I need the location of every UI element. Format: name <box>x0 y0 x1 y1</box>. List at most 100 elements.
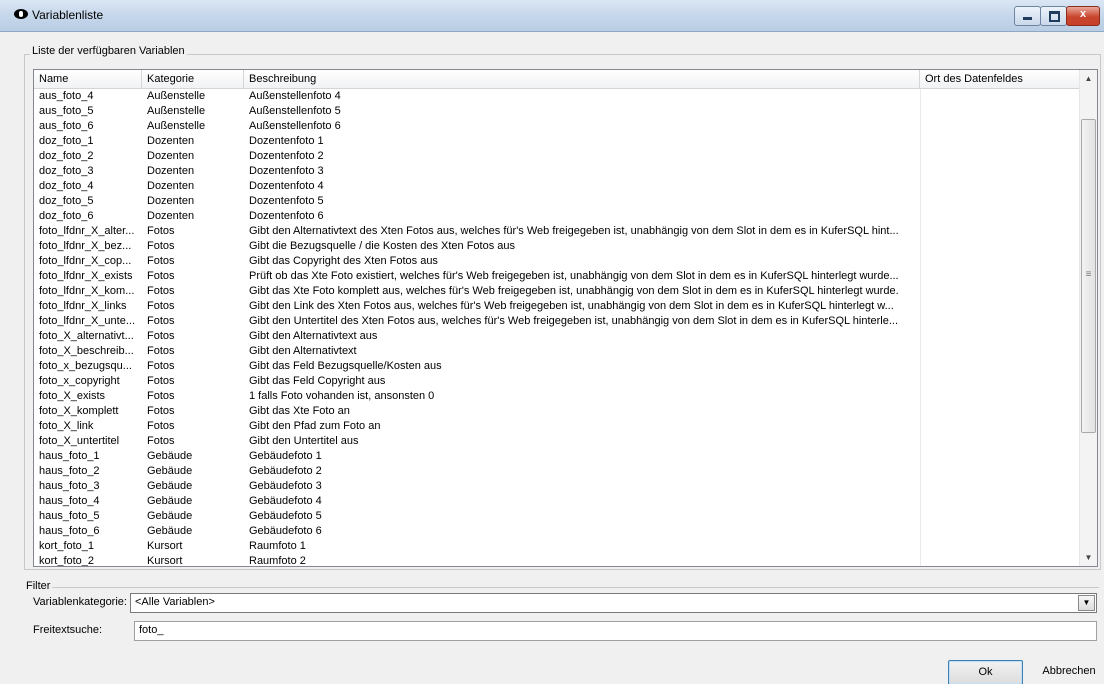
cell-beschreibung: Gibt den Alternativtext des Xten Fotos a… <box>249 225 899 237</box>
cell-name: foto_lfdnr_X_links <box>39 300 127 312</box>
cell-ort <box>920 494 1079 509</box>
cell-beschreibung: Dozentenfoto 4 <box>249 180 324 192</box>
table-row[interactable]: doz_foto_3 Dozenten Dozentenfoto 3 <box>34 164 1079 179</box>
close-button[interactable]: x <box>1066 6 1100 26</box>
cell-kategorie: Kursort <box>147 540 183 552</box>
table-row[interactable]: doz_foto_4 Dozenten Dozentenfoto 4 <box>34 179 1079 194</box>
cell-name: foto_lfdnr_X_alter... <box>39 225 135 237</box>
table-row[interactable]: aus_foto_4 Außenstelle Außenstellenfoto 4 <box>34 89 1079 104</box>
cell-beschreibung: Gibt den Link des Xten Fotos aus, welche… <box>249 300 894 312</box>
column-header-name[interactable]: Name <box>34 70 142 88</box>
cell-ort <box>920 104 1079 119</box>
table-row[interactable]: kort_foto_1 Kursort Raumfoto 1 <box>34 539 1079 554</box>
list-rows: aus_foto_4 Außenstelle Außenstellenfoto 4a… <box>34 89 1079 567</box>
table-row[interactable]: foto_X_exists Fotos 1 falls Foto vohanden … <box>34 389 1079 404</box>
table-row[interactable]: haus_foto_3 Gebäude Gebäudefoto 3 <box>34 479 1079 494</box>
table-row[interactable]: foto_lfdnr_X_alter... Fotos Gibt den Alter… <box>34 224 1079 239</box>
chevron-down-icon[interactable]: ▼ <box>1078 595 1095 611</box>
maximize-button[interactable] <box>1040 6 1067 26</box>
table-row[interactable]: doz_foto_5 Dozenten Dozentenfoto 5 <box>34 194 1079 209</box>
minimize-button[interactable] <box>1014 6 1041 26</box>
scroll-up-icon[interactable]: ▲ <box>1080 70 1097 87</box>
variables-listview[interactable]: Name Kategorie Beschreibung Ort des Date… <box>33 69 1098 567</box>
table-row[interactable]: foto_X_komplett Fotos Gibt das Xte Foto an <box>34 404 1079 419</box>
table-row[interactable]: haus_foto_4 Gebäude Gebäudefoto 4 <box>34 494 1079 509</box>
cell-name: aus_foto_5 <box>39 105 94 117</box>
table-row[interactable]: haus_foto_2 Gebäude Gebäudefoto 2 <box>34 464 1079 479</box>
cell-name: foto_x_bezugsqu... <box>39 360 132 372</box>
table-row[interactable]: foto_X_beschreib... Fotos Gibt den Alterna… <box>34 344 1079 359</box>
cell-kategorie: Gebäude <box>147 450 193 462</box>
column-header-beschreibung[interactable]: Beschreibung <box>244 70 920 88</box>
cell-ort <box>920 554 1079 566</box>
cell-name: doz_foto_2 <box>39 150 94 162</box>
minimize-icon <box>1023 17 1032 20</box>
table-row[interactable]: kort_foto_2 Kursort Raumfoto 2 <box>34 554 1079 567</box>
vertical-scrollbar[interactable]: ▲ ≡ ▼ <box>1079 70 1097 566</box>
cell-ort <box>920 269 1079 284</box>
cell-beschreibung: Gibt den Alternativtext aus <box>249 330 378 342</box>
ok-button[interactable]: Ok <box>948 660 1023 684</box>
filter-group-label: Filter <box>24 580 53 592</box>
cell-kategorie: Gebäude <box>147 510 193 522</box>
table-row[interactable]: doz_foto_6 Dozenten Dozentenfoto 6 <box>34 209 1079 224</box>
cell-name: foto_X_exists <box>39 390 106 402</box>
cell-kategorie: Außenstelle <box>147 90 206 102</box>
cell-ort <box>920 479 1079 494</box>
cell-beschreibung: Dozentenfoto 1 <box>249 135 324 147</box>
cell-name: foto_X_beschreib... <box>39 345 134 357</box>
table-row[interactable]: aus_foto_6 Außenstelle Außenstellenfoto 6 <box>34 119 1079 134</box>
category-dropdown[interactable]: <Alle Variablen> ▼ <box>130 593 1097 613</box>
table-row[interactable]: foto_lfdnr_X_links Fotos Gibt den Link des… <box>34 299 1079 314</box>
table-row[interactable]: foto_lfdnr_X_unte... Fotos Gibt den Untert… <box>34 314 1079 329</box>
table-row[interactable]: haus_foto_6 Gebäude Gebäudefoto 6 <box>34 524 1079 539</box>
table-row[interactable]: haus_foto_1 Gebäude Gebäudefoto 1 <box>34 449 1079 464</box>
table-row[interactable]: doz_foto_2 Dozenten Dozentenfoto 2 <box>34 149 1079 164</box>
table-row[interactable]: aus_foto_5 Außenstelle Außenstellenfoto 5 <box>34 104 1079 119</box>
cell-ort <box>920 119 1079 134</box>
list-header: Name Kategorie Beschreibung Ort des Date… <box>34 70 1079 89</box>
cell-kategorie: Fotos <box>147 435 175 447</box>
cell-kategorie: Fotos <box>147 390 175 402</box>
cell-name: aus_foto_6 <box>39 120 94 132</box>
table-row[interactable]: foto_lfdnr_X_bez... Fotos Gibt die Bezugsq… <box>34 239 1079 254</box>
table-row[interactable]: foto_lfdnr_X_cop... Fotos Gibt das Copyrig… <box>34 254 1079 269</box>
column-header-kategorie[interactable]: Kategorie <box>142 70 244 88</box>
cell-kategorie: Außenstelle <box>147 120 206 132</box>
title-bar[interactable]: Variablenliste x <box>0 0 1104 32</box>
scroll-down-icon[interactable]: ▼ <box>1080 549 1097 566</box>
cell-beschreibung: Gibt das Xte Foto komplett aus, welches … <box>249 285 899 297</box>
search-input[interactable]: foto_ <box>134 621 1097 641</box>
cell-name: haus_foto_1 <box>39 450 100 462</box>
cell-name: foto_x_copyright <box>39 375 120 387</box>
cell-name: haus_foto_5 <box>39 510 100 522</box>
cell-kategorie: Fotos <box>147 315 175 327</box>
table-row[interactable]: foto_lfdnr_X_exists Fotos Prüft ob das Xte… <box>34 269 1079 284</box>
scrollbar-thumb[interactable]: ≡ <box>1081 119 1096 433</box>
grip-icon: ≡ <box>1085 269 1092 280</box>
variablenliste-window: Variablenliste x Liste der verfügbaren V… <box>0 0 1104 684</box>
cell-beschreibung: Raumfoto 2 <box>249 555 306 567</box>
cell-name: foto_lfdnr_X_bez... <box>39 240 132 252</box>
table-row[interactable]: doz_foto_1 Dozenten Dozentenfoto 1 <box>34 134 1079 149</box>
cell-kategorie: Gebäude <box>147 525 193 537</box>
table-row[interactable]: foto_X_link Fotos Gibt den Pfad zum Foto a… <box>34 419 1079 434</box>
cell-name: foto_X_untertitel <box>39 435 120 447</box>
table-row[interactable]: foto_X_alternativt... Fotos Gibt den Alter… <box>34 329 1079 344</box>
cell-name: kort_foto_1 <box>39 540 95 552</box>
cell-name: foto_X_alternativt... <box>39 330 134 342</box>
cancel-button[interactable]: Abbrechen <box>1034 660 1104 683</box>
cell-beschreibung: Gibt den Alternativtext <box>249 345 357 357</box>
cell-name: doz_foto_3 <box>39 165 94 177</box>
cell-ort <box>920 449 1079 464</box>
table-row[interactable]: foto_x_copyright Fotos Gibt das Feld Copyr… <box>34 374 1079 389</box>
variables-group-label: Liste der verfügbaren Variablen <box>30 45 187 57</box>
table-row[interactable]: foto_X_untertitel Fotos Gibt den Untertite… <box>34 434 1079 449</box>
cell-kategorie: Fotos <box>147 420 175 432</box>
table-row[interactable]: foto_lfdnr_X_kom... Fotos Gibt das Xte Fot… <box>34 284 1079 299</box>
column-header-ort[interactable]: Ort des Datenfeldes <box>920 70 1079 88</box>
cell-ort <box>920 299 1079 314</box>
table-row[interactable]: foto_x_bezugsqu... Fotos Gibt das Feld Bez… <box>34 359 1079 374</box>
cell-kategorie: Kursort <box>147 555 183 567</box>
table-row[interactable]: haus_foto_5 Gebäude Gebäudefoto 5 <box>34 509 1079 524</box>
